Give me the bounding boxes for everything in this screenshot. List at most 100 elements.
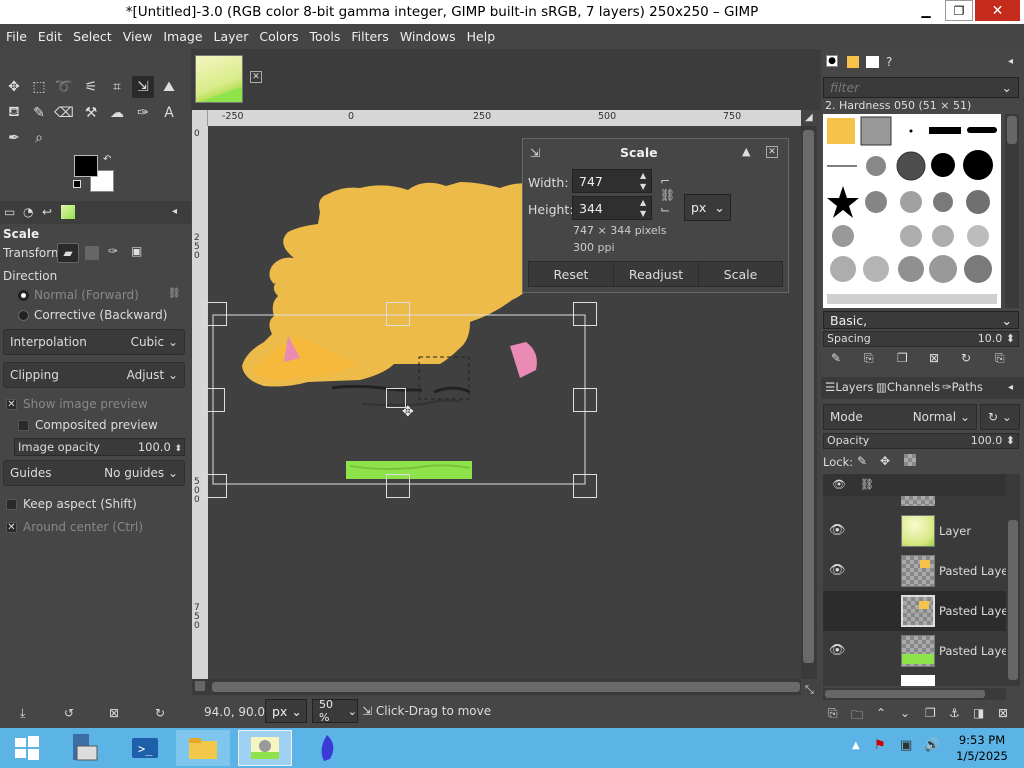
brush-chalk-icon[interactable] <box>832 225 854 247</box>
eye-icon[interactable]: 👁 <box>829 563 847 578</box>
close-tab-icon[interactable]: ✕ <box>250 71 262 83</box>
chain-link-icon[interactable]: ⌐ ⛓ ⌙ <box>660 174 675 216</box>
brush-soft-icon[interactable] <box>866 156 886 176</box>
eraser-tool-icon[interactable]: ⌫ <box>53 102 75 124</box>
brush-row-icon[interactable] <box>827 294 997 304</box>
configure-tab-icon[interactable]: ◂ <box>1008 382 1013 393</box>
zoom-tool-icon[interactable]: ⌕ <box>28 127 50 149</box>
dialog-close-icon[interactable]: ✕ <box>766 146 778 158</box>
restore-options-icon[interactable]: ↺ <box>64 706 74 720</box>
brush-gray-icon[interactable] <box>860 116 892 146</box>
color-picker-tool-icon[interactable]: ✒ <box>3 127 25 149</box>
close-button[interactable]: ✕ <box>975 0 1020 21</box>
swap-colors-icon[interactable]: ↶ <box>103 154 111 165</box>
lock-pixels-icon[interactable]: ✎ <box>857 454 867 468</box>
brush-ink-icon[interactable] <box>964 255 992 283</box>
default-colors-icon[interactable] <box>73 180 81 188</box>
handle-top[interactable] <box>386 302 410 326</box>
brushes-tab-icon[interactable]: ● <box>826 55 838 67</box>
maximize-button[interactable]: ❐ <box>945 0 973 21</box>
powershell-icon[interactable]: >_ <box>118 730 172 766</box>
handle-bottom[interactable] <box>386 474 410 498</box>
patterns-tab-icon[interactable] <box>847 56 859 68</box>
configure-tab-icon[interactable]: ◂ <box>172 206 177 217</box>
file-explorer-icon[interactable] <box>176 730 230 766</box>
image-tab-thumbnail[interactable] <box>195 55 243 103</box>
brush-grunge-icon[interactable] <box>900 191 922 213</box>
delete-brush-icon[interactable]: ⊠ <box>929 351 939 365</box>
scale-button[interactable]: Scale <box>698 261 783 287</box>
composited-preview-checkbox[interactable]: Composited preview <box>18 418 158 432</box>
width-spinner-icon[interactable]: ▲ ▼ <box>640 170 646 192</box>
brush-pencil-icon[interactable] <box>929 255 957 283</box>
tab-layers[interactable]: ☰Layers <box>825 380 873 394</box>
brush-filter-input[interactable]: filter ⌄ <box>823 77 1019 98</box>
delete-options-icon[interactable]: ⊠ <box>109 706 119 720</box>
handle-top-right[interactable] <box>573 302 597 326</box>
move-tool-icon[interactable]: ✥ <box>3 76 25 98</box>
ruler-corner-icon[interactable] <box>192 110 208 126</box>
unit-dropdown[interactable]: px ⌄ <box>265 699 307 723</box>
lasso-tool-icon[interactable]: ➰ <box>53 76 75 98</box>
direction-corrective-radio[interactable]: Corrective (Backward) <box>18 308 167 322</box>
undo-history-tab-icon[interactable]: ↩ <box>42 205 52 219</box>
rect-select-tool-icon[interactable]: ⬚ <box>28 76 50 98</box>
brush-charcoal-icon[interactable] <box>900 225 922 247</box>
fonts-tab-icon[interactable] <box>866 56 879 68</box>
clipping-dropdown[interactable]: Clipping Adjust ⌄ <box>3 362 185 388</box>
warp-tool-icon[interactable]: ⛰ <box>158 76 180 98</box>
quick-mask-icon[interactable] <box>195 681 205 691</box>
paintbrush-tool-icon[interactable]: ✎ <box>28 102 50 124</box>
menu-windows[interactable]: Windows <box>400 29 456 44</box>
dialog-unit-dropdown[interactable]: px ⌄ <box>684 194 731 221</box>
reset-button[interactable]: Reset <box>528 261 614 287</box>
gimp-taskbar-icon[interactable] <box>238 730 292 766</box>
eye-icon[interactable]: 👁 <box>829 643 847 658</box>
brush-grid[interactable] <box>823 114 1001 308</box>
layer-row[interactable]: 👁 Pasted Layer <box>823 551 1015 591</box>
brush-hatch-icon[interactable] <box>898 256 924 282</box>
paths-tool-icon[interactable]: ✑ <box>132 102 154 124</box>
server-manager-icon[interactable] <box>54 730 108 766</box>
lock-position-icon[interactable]: ✥ <box>880 454 890 468</box>
menu-layer[interactable]: Layer <box>214 29 249 44</box>
tool-options-tab-icon[interactable]: ▭ <box>4 205 15 219</box>
menu-select[interactable]: Select <box>73 29 112 44</box>
menu-view[interactable]: View <box>123 29 153 44</box>
brush-splatter-icon[interactable] <box>865 191 887 213</box>
scale-tool-icon[interactable]: ⇲ <box>132 76 154 98</box>
tab-channels[interactable]: ▥Channels <box>876 380 940 394</box>
network-icon[interactable]: ▣ <box>900 738 912 753</box>
menu-file[interactable]: File <box>6 29 27 44</box>
help-tab-icon[interactable]: ? <box>886 55 892 69</box>
raise-layer-icon[interactable]: ⌃ <box>876 706 886 720</box>
fuzzy-select-tool-icon[interactable]: ⚟ <box>80 76 102 98</box>
brush-star-icon[interactable] <box>827 186 859 218</box>
text-tool-icon[interactable]: A <box>158 102 180 124</box>
handle-left[interactable] <box>203 388 225 412</box>
brush-scroll-thumb[interactable] <box>1007 116 1017 144</box>
duplicate-brush-icon[interactable]: ❐ <box>897 351 908 365</box>
height-spinner-icon[interactable]: ▲ ▼ <box>640 197 646 219</box>
brush-circle-icon[interactable] <box>931 153 955 177</box>
zoom-dropdown[interactable]: 50 % ⌄ <box>312 698 358 724</box>
layers-hscrollbar[interactable] <box>823 688 1006 700</box>
brush-bristle-icon[interactable] <box>830 256 856 282</box>
brush-preset-dropdown[interactable]: Basic, ⌄ <box>823 311 1019 329</box>
brush-circle-large-icon[interactable] <box>963 150 993 180</box>
save-options-icon[interactable]: ⤓ <box>20 706 25 721</box>
spinner-icon[interactable]: ⬍ <box>174 444 182 454</box>
menu-tools[interactable]: Tools <box>310 29 341 44</box>
transform-image-icon[interactable]: ▣ <box>131 244 142 258</box>
layer-row[interactable]: 👁 Layer <box>823 511 1015 551</box>
direction-normal-radio[interactable]: Normal (Forward) <box>18 288 139 302</box>
clone-tool-icon[interactable]: ⚒ <box>80 102 102 124</box>
mask-layer-icon[interactable]: ◨ <box>973 706 984 720</box>
brush-hardness-icon[interactable] <box>896 151 926 181</box>
brush-acrylic-icon[interactable] <box>932 225 954 247</box>
new-layer-icon[interactable]: ⎘ <box>828 706 838 721</box>
minimize-button[interactable]: ▁ <box>912 0 940 21</box>
smudge-tool-icon[interactable]: ☁ <box>106 102 128 124</box>
interpolation-dropdown[interactable]: Interpolation Cubic ⌄ <box>3 329 185 355</box>
handle-top-left[interactable] <box>203 302 227 326</box>
